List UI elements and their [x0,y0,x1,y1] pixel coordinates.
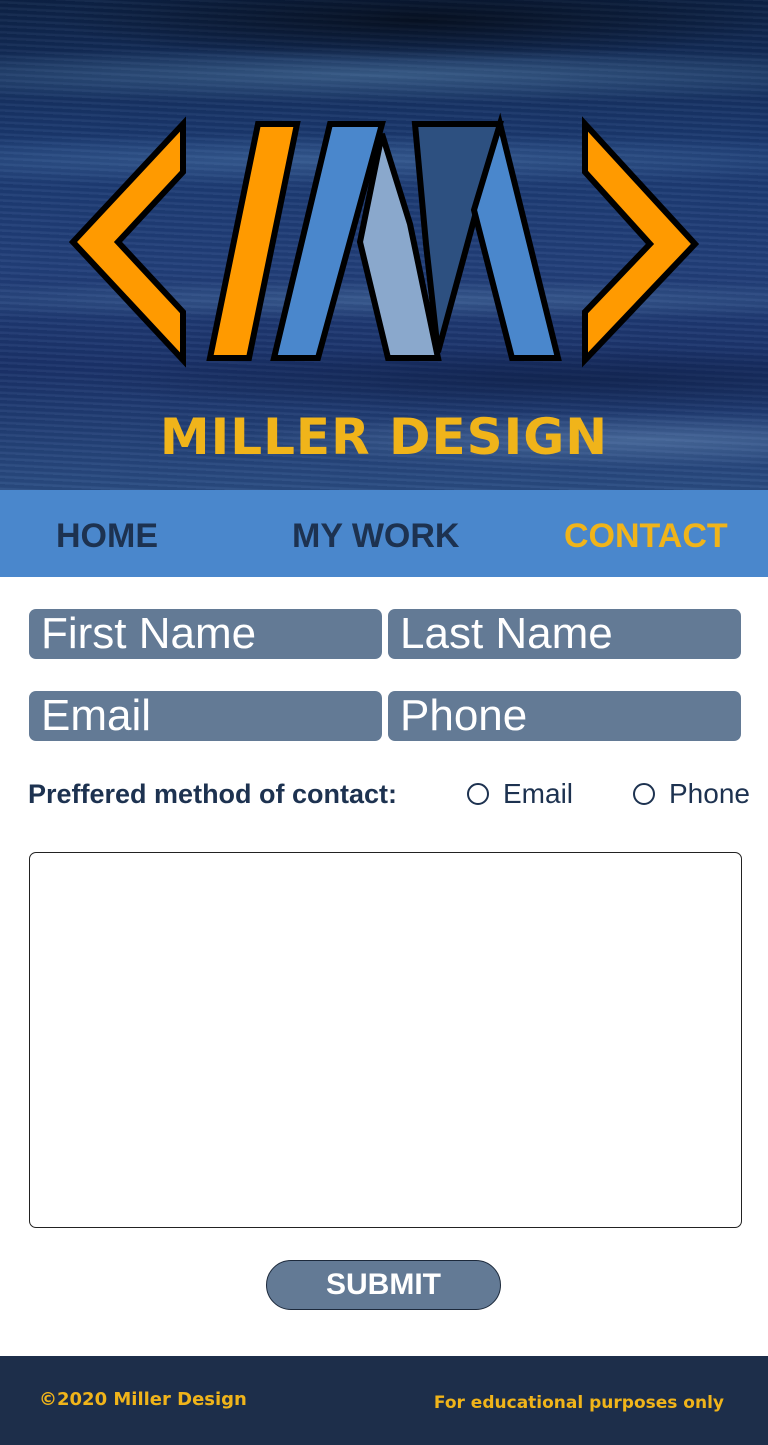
preference-email-radio[interactable]: Email [467,776,573,812]
right-bracket-shape [582,116,700,368]
email-field[interactable] [29,691,382,741]
radio-circle-icon[interactable] [467,783,489,805]
last-name-field[interactable] [388,609,741,659]
copyright-text: ©2020 Miller Design [39,1389,247,1410]
first-name-field[interactable] [29,609,382,659]
preference-phone-radio[interactable]: Phone [633,776,750,812]
nav-contact-link[interactable]: CONTACT [564,516,728,556]
submit-button[interactable]: SUBMIT [266,1260,501,1310]
preference-phone-label: Phone [669,778,750,809]
phone-field[interactable] [388,691,741,741]
nav-home-link[interactable]: HOME [56,516,158,556]
message-textarea[interactable] [29,852,742,1228]
nav-my-work-link[interactable]: MY WORK [292,516,459,556]
footer: ©2020 Miller Design For educational purp… [0,1356,768,1445]
contact-preference-label: Preffered method of contact: [28,779,398,809]
main-nav: HOME MY WORK CONTACT [0,490,768,577]
educational-note: For educational purposes only [433,1393,724,1413]
left-bracket-shape [68,116,186,368]
brand-name: MILLER DESIGN [159,408,609,466]
radio-circle-icon[interactable] [633,783,655,805]
hero-banner: MILLER DESIGN [0,0,768,490]
preference-email-label: Email [503,778,574,809]
m-right-leg-shape [470,112,562,361]
